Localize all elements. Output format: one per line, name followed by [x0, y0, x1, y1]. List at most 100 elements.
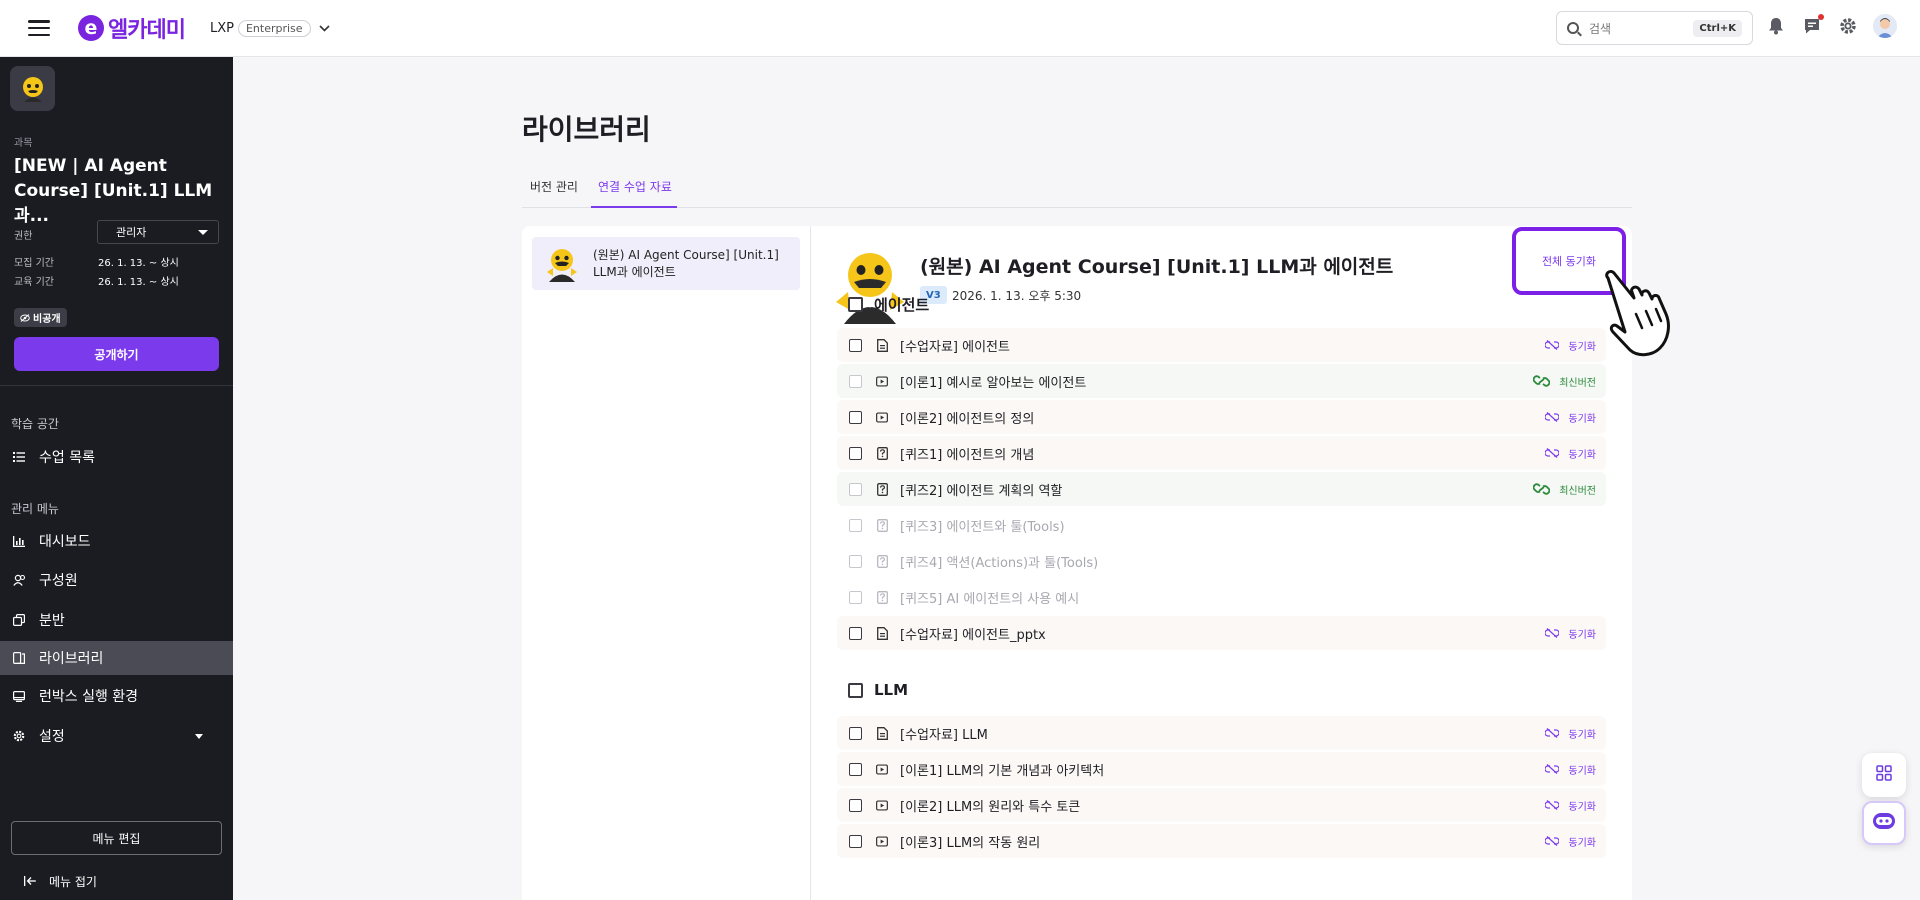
sidebar-item-runbox[interactable]: 런박스 실행 환경 — [0, 679, 233, 713]
library-panel: (원본) AI Agent Course] [Unit.1] LLM과 에이전트… — [522, 226, 1670, 900]
group-checkbox[interactable] — [848, 297, 863, 312]
hamburger-menu-icon[interactable] — [28, 20, 50, 36]
product-badge: Enterprise — [237, 19, 311, 37]
row-checkbox[interactable] — [849, 626, 862, 640]
product-switcher[interactable]: LXP Enterprise — [210, 19, 330, 37]
unlink-icon — [1545, 728, 1560, 738]
sidebar-item-label: 분반 — [39, 613, 65, 629]
gear-icon — [12, 729, 26, 743]
eye-off-icon — [20, 313, 30, 322]
sidebar-item-label: 라이브러리 — [39, 651, 104, 667]
lesson-title: [퀴즈5] AI 에이전트의 사용 예시 — [900, 591, 1080, 607]
lesson-row[interactable]: [퀴즈4] 액션(Actions)과 툴(Tools) — [837, 544, 1606, 578]
library-list-item[interactable]: (원본) AI Agent Course] [Unit.1] LLM과 에이전트 — [532, 237, 800, 290]
logo-mark: e — [78, 15, 104, 41]
sidebar-divider — [0, 385, 233, 386]
sync-button[interactable]: 동기화 — [1545, 834, 1596, 849]
lesson-row[interactable]: [이론1] LLM의 기본 개념과 아키텍처 동기화 — [837, 752, 1606, 786]
publish-button[interactable]: 공개하기 — [14, 337, 219, 371]
role-label: 권한 — [14, 231, 33, 242]
quiz-icon — [876, 554, 888, 568]
sidebar-item-members[interactable]: 구성원 — [0, 563, 233, 597]
lesson-row[interactable]: [퀴즈1] 에이전트의 개념 동기화 — [837, 436, 1606, 470]
lesson-title: [수업자료] LLM — [900, 727, 988, 743]
active-tab-indicator — [591, 206, 677, 208]
tab-linked-materials[interactable]: 연결 수업 자료 — [598, 178, 672, 195]
lesson-title: [이론3] LLM의 작동 원리 — [900, 835, 1041, 851]
collapse-left-icon — [24, 875, 36, 889]
message-icon[interactable] — [1801, 14, 1824, 37]
lesson-row[interactable]: [퀴즈2] 에이전트 계획의 역할 최신버전 — [837, 472, 1606, 506]
sidebar-item-groups[interactable]: 분반 — [0, 603, 233, 637]
sync-button[interactable]: 동기화 — [1545, 726, 1596, 741]
lesson-row[interactable]: [수업자료] LLM 동기화 — [837, 716, 1606, 750]
course-title: [NEW | AI Agent Course] [Unit.1] LLM과... — [14, 156, 213, 226]
search-input[interactable]: 검색 Ctrl+K — [1556, 11, 1753, 45]
row-checkbox[interactable] — [849, 338, 862, 352]
row-checkbox[interactable] — [849, 482, 862, 496]
document-icon — [876, 338, 888, 352]
row-checkbox[interactable] — [849, 590, 862, 604]
video-icon — [876, 374, 888, 388]
row-checkbox[interactable] — [849, 518, 862, 532]
section-learning-title: 학습 공간 — [11, 417, 59, 431]
status-label: 동기화 — [1568, 629, 1596, 641]
logo[interactable]: e 엘카데미 — [78, 12, 186, 44]
mascot-thumbnail — [544, 246, 580, 282]
lesson-row[interactable]: [퀴즈5] AI 에이전트의 사용 예시 — [837, 580, 1606, 614]
lesson-title: [퀴즈1] 에이전트의 개념 — [900, 447, 1035, 463]
row-checkbox[interactable] — [849, 726, 862, 740]
lesson-row[interactable]: [수업자료] 에이전트 동기화 — [837, 328, 1606, 362]
menu-fold-button[interactable]: 메뉴 접기 — [24, 873, 97, 890]
sync-button[interactable]: 동기화 — [1545, 338, 1596, 353]
quiz-icon — [876, 482, 888, 496]
row-checkbox[interactable] — [849, 374, 862, 388]
notification-dot — [1818, 14, 1824, 20]
sync-button[interactable]: 동기화 — [1545, 762, 1596, 777]
row-checkbox[interactable] — [849, 410, 862, 424]
row-checkbox[interactable] — [849, 554, 862, 568]
sync-button[interactable]: 동기화 — [1545, 446, 1596, 461]
lesson-title: [이론2] LLM의 원리와 특수 토큰 — [900, 799, 1081, 815]
row-checkbox[interactable] — [849, 762, 862, 776]
gear-icon[interactable] — [1837, 15, 1859, 37]
library-list: (원본) AI Agent Course] [Unit.1] LLM과 에이전트 — [522, 226, 811, 900]
row-checkbox[interactable] — [849, 798, 862, 812]
course-caption: 과목 — [14, 138, 33, 149]
lesson-row[interactable]: [퀴즈3] 에이전트와 툴(Tools) — [837, 508, 1606, 542]
group-checkbox[interactable] — [848, 682, 863, 698]
sidebar-item-label: 런박스 실행 환경 — [39, 689, 139, 705]
search-shortcut: Ctrl+K — [1693, 19, 1742, 37]
row-checkbox[interactable] — [849, 446, 862, 460]
tab-version-management[interactable]: 버전 관리 — [530, 178, 578, 195]
role-select[interactable]: 관리자 — [97, 220, 219, 244]
library-item-title: (원본) AI Agent Course] [Unit.1] LLM과 에이전트 — [593, 247, 779, 279]
sync-button[interactable]: 동기화 — [1545, 410, 1596, 425]
sync-button[interactable]: 동기화 — [1545, 626, 1596, 641]
menu-edit-button[interactable]: 메뉴 편집 — [11, 821, 222, 855]
lesson-title: [퀴즈2] 에이전트 계획의 역할 — [900, 483, 1063, 499]
lesson-row[interactable]: [이론3] LLM의 작동 원리 동기화 — [837, 824, 1606, 858]
sidebar-item-dashboard[interactable]: 대시보드 — [0, 524, 233, 558]
user-avatar[interactable] — [1873, 14, 1897, 38]
sidebar-item-lesson-list[interactable]: 수업 목록 — [0, 440, 233, 474]
lesson-row[interactable]: [이론2] LLM의 원리와 특수 토큰 동기화 — [837, 788, 1606, 822]
grid-icon — [1876, 765, 1892, 785]
video-icon — [876, 834, 888, 848]
lesson-row[interactable]: [이론2] 에이전트의 정의 동기화 — [837, 400, 1606, 434]
sync-button[interactable]: 동기화 — [1545, 798, 1596, 813]
unlink-icon — [1545, 448, 1560, 458]
lesson-row[interactable]: [수업자료] 에이전트_pptx 동기화 — [837, 616, 1606, 650]
video-icon — [876, 410, 888, 424]
ai-assistant-button[interactable] — [1862, 801, 1906, 845]
lesson-title: [이론1] LLM의 기본 개념과 아키텍처 — [900, 763, 1105, 779]
list-icon — [12, 450, 26, 464]
bell-icon[interactable] — [1765, 15, 1787, 37]
apps-grid-button[interactable] — [1862, 753, 1906, 797]
unlink-icon — [1545, 800, 1560, 810]
sidebar-item-settings[interactable]: 설정 — [0, 719, 233, 753]
sidebar-item-label: 구성원 — [39, 573, 78, 589]
sidebar-item-library[interactable]: 라이브러리 — [0, 641, 233, 675]
row-checkbox[interactable] — [849, 834, 862, 848]
lesson-row[interactable]: [이론1] 예시로 알아보는 에이전트 최신버전 — [837, 364, 1606, 398]
